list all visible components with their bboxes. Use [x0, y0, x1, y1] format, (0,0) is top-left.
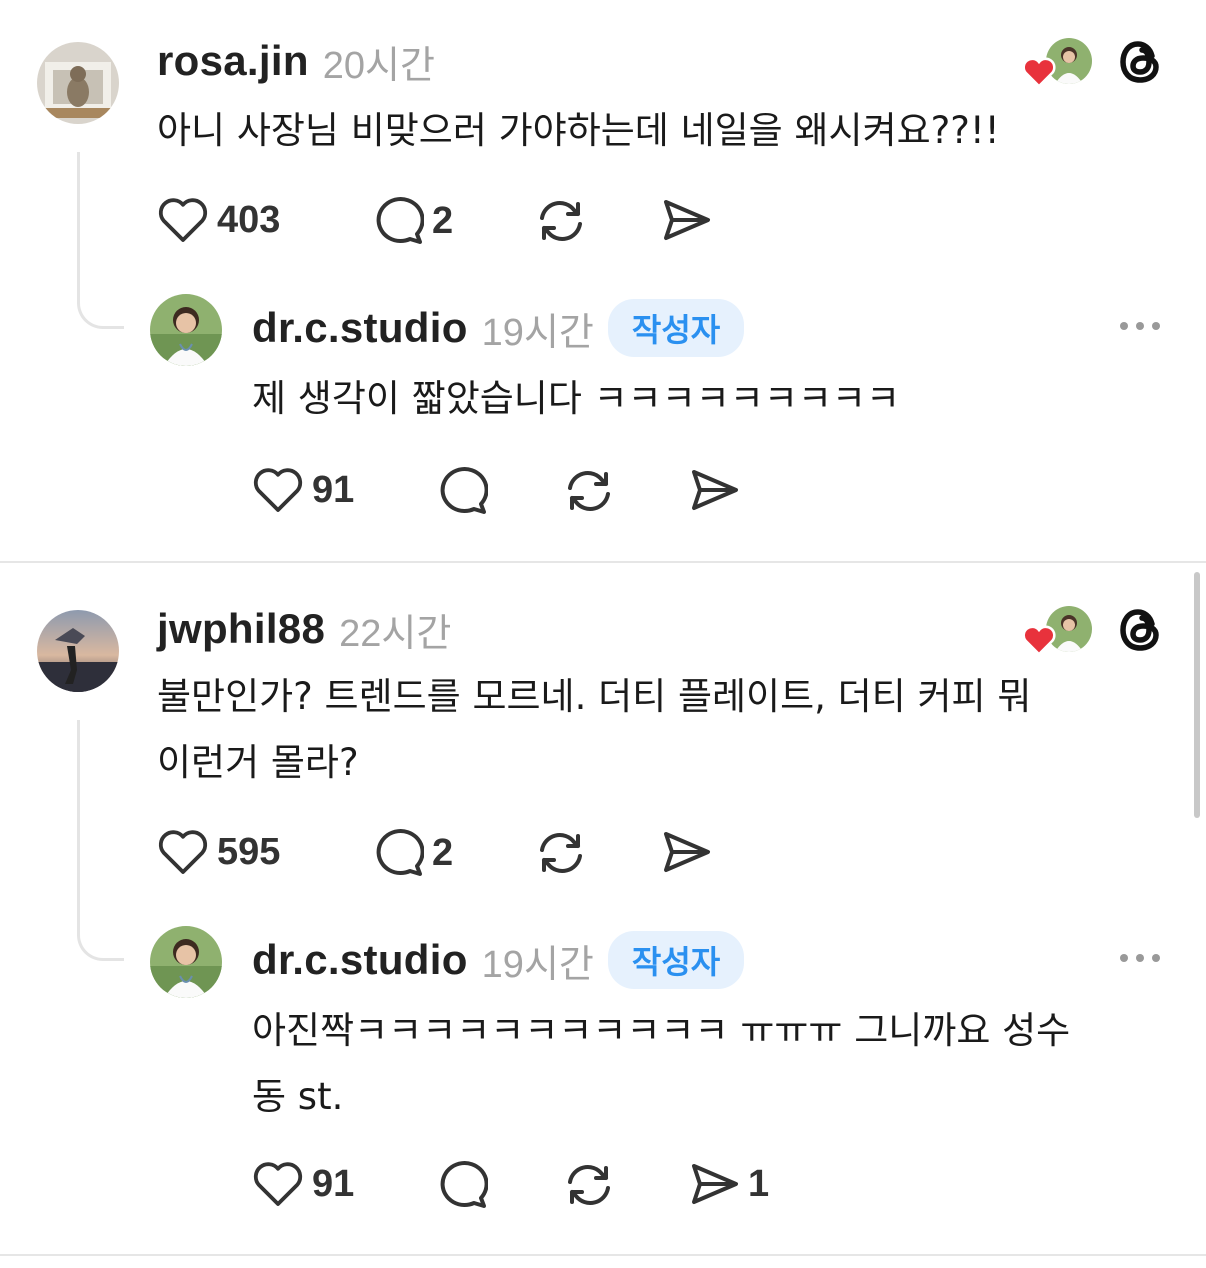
scrollbar[interactable] — [1194, 572, 1200, 818]
more-dot — [1136, 322, 1144, 330]
reply-header: dr.c.studio 19시간 작성자 — [252, 931, 745, 989]
post-text: 아니 사장님 비맞으러 가야하는데 네일을 왜시켜요??!! — [157, 109, 1000, 152]
reply-like-count: 91 — [312, 468, 355, 511]
comment-icon — [376, 829, 424, 876]
repost-icon — [568, 1165, 610, 1205]
repost-icon — [540, 833, 582, 873]
more-icon — [1120, 954, 1128, 962]
share-icon — [692, 470, 738, 510]
reply-repost-button[interactable] — [562, 466, 616, 516]
like-count: 595 — [217, 830, 281, 873]
thread-divider — [0, 1254, 1206, 1256]
post-header: jwphil88 22시간 — [157, 604, 452, 655]
like-button[interactable]: 403 — [157, 196, 280, 244]
liked-heart-icon — [1022, 56, 1056, 88]
repost-icon — [540, 201, 582, 241]
share-icon — [664, 200, 710, 240]
more-dot — [1152, 322, 1160, 330]
author-badge: 작성자 — [607, 931, 745, 989]
share-count: 1 — [748, 1162, 770, 1205]
comment-button[interactable]: 2 — [372, 828, 453, 878]
more-button[interactable] — [1120, 322, 1160, 330]
reply-avatar-drc[interactable] — [150, 926, 222, 998]
threads-icon[interactable] — [1116, 604, 1168, 656]
comment-icon — [440, 467, 488, 514]
reply-time: 19시간 — [481, 311, 594, 354]
reply-like-count: 91 — [312, 1162, 355, 1205]
reply-header: dr.c.studio 19시간 작성자 — [252, 299, 745, 357]
reply-comment-button[interactable] — [436, 1160, 488, 1210]
share-icon — [664, 832, 710, 872]
comment-button[interactable]: 2 — [372, 196, 453, 246]
reply-share-button[interactable] — [688, 466, 740, 514]
thread-connector — [77, 152, 124, 329]
reply-username[interactable]: dr.c.studio — [252, 936, 468, 984]
share-button[interactable] — [660, 196, 712, 244]
post-avatar-rosa[interactable] — [37, 42, 119, 124]
reply-avatar-drc[interactable] — [150, 294, 222, 366]
thread-divider — [0, 561, 1206, 563]
more-dot — [1136, 954, 1144, 962]
reply-time: 19시간 — [481, 943, 594, 986]
like-button[interactable]: 595 — [157, 828, 280, 876]
post-avatar-jwphil[interactable] — [37, 610, 119, 692]
repost-icon — [568, 471, 610, 511]
repost-button[interactable] — [534, 196, 588, 246]
post-username[interactable]: jwphil88 — [157, 605, 325, 653]
post-time: 22시간 — [339, 612, 452, 655]
share-button[interactable] — [660, 828, 712, 876]
reply-repost-button[interactable] — [562, 1160, 616, 1210]
comment-icon — [440, 1161, 488, 1208]
reply-text: 아진짝ㅋㅋㅋㅋㅋㅋㅋㅋㅋㅋㅋ ㅠㅠㅠ 그니까요 성수 동 st. — [252, 1009, 1071, 1118]
more-icon — [1120, 322, 1128, 330]
repost-button[interactable] — [534, 828, 588, 878]
thread-connector — [77, 720, 124, 961]
reply-like-button[interactable]: 91 — [252, 466, 354, 514]
comment-icon — [376, 197, 424, 244]
threads-icon[interactable] — [1116, 36, 1168, 88]
post-time: 20시간 — [322, 44, 435, 87]
heart-icon — [158, 198, 208, 242]
reply-text: 제 생각이 짧았습니다 ㅋㅋㅋㅋㅋㅋㅋㅋㅋ — [252, 377, 901, 420]
reply-count: 2 — [432, 199, 454, 242]
author-badge: 작성자 — [607, 299, 745, 357]
heart-icon — [158, 830, 208, 874]
more-button[interactable] — [1120, 954, 1160, 962]
reply-like-button[interactable]: 91 — [252, 1160, 354, 1208]
post-header: rosa.jin 20시간 — [157, 36, 435, 87]
reply-share-button[interactable]: 1 — [688, 1160, 769, 1208]
reply-comment-button[interactable] — [436, 466, 488, 516]
liked-heart-icon — [1022, 624, 1056, 656]
heart-icon — [253, 468, 303, 512]
post-username[interactable]: rosa.jin — [157, 37, 309, 85]
share-icon — [692, 1164, 738, 1204]
like-count: 403 — [217, 198, 281, 241]
reply-username[interactable]: dr.c.studio — [252, 304, 468, 352]
heart-icon — [253, 1162, 303, 1206]
reply-count: 2 — [432, 831, 454, 874]
post-text: 불만인가? 트렌드를 모르네. 더티 플레이트, 더티 커피 뭐 이런거 몰라? — [157, 675, 1032, 784]
more-dot — [1152, 954, 1160, 962]
